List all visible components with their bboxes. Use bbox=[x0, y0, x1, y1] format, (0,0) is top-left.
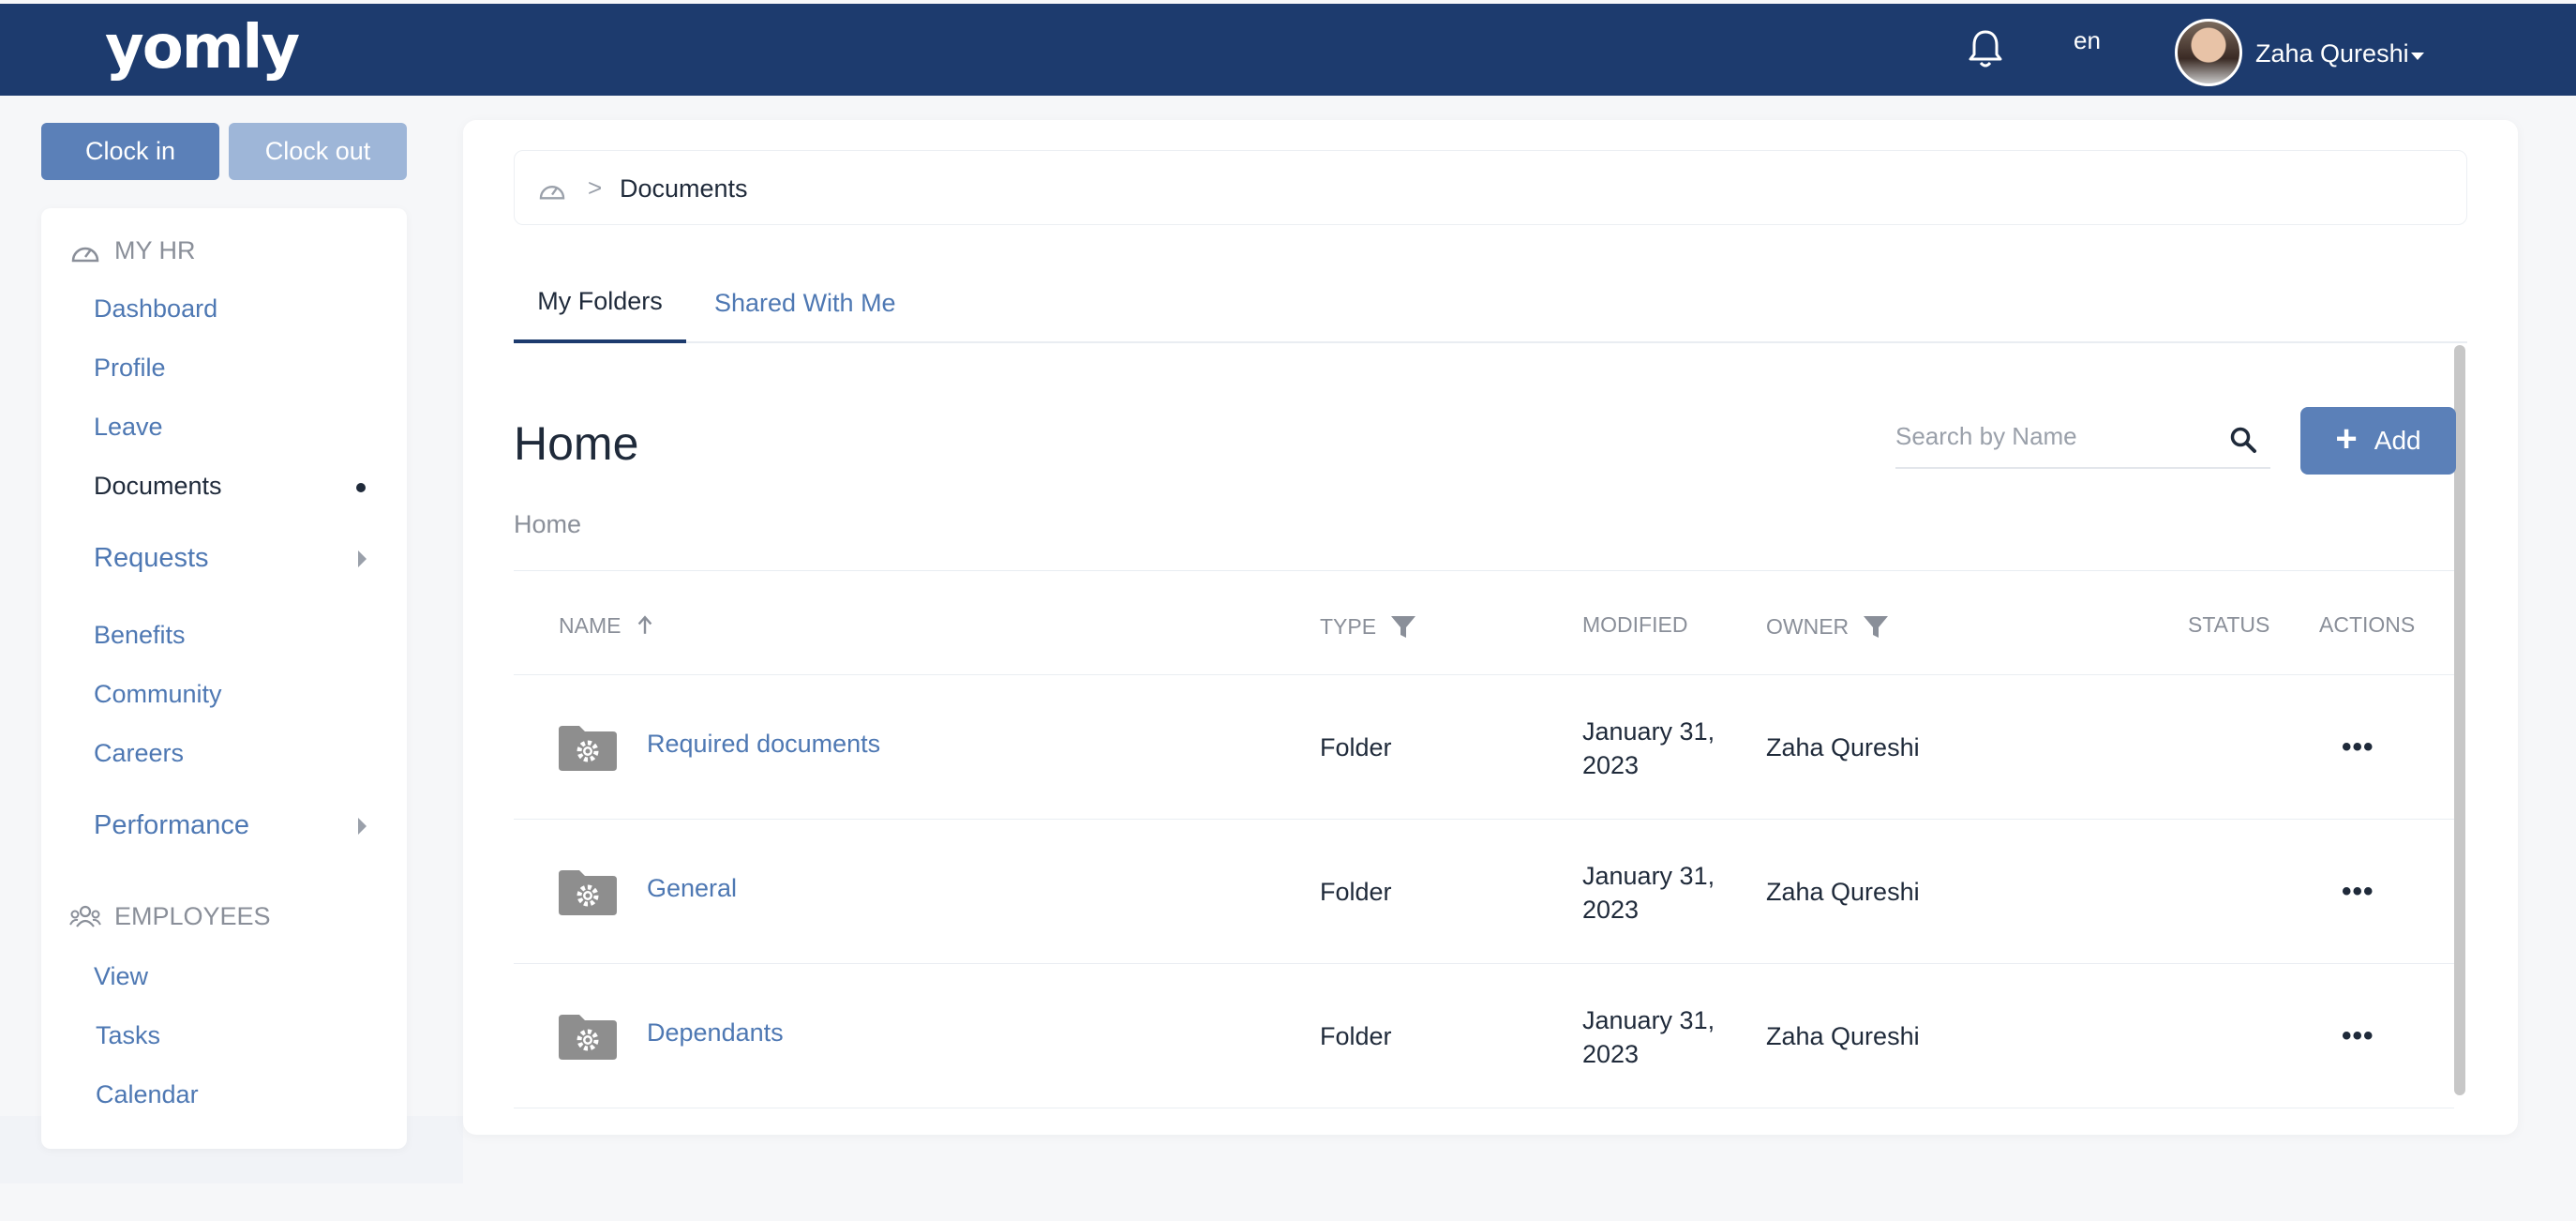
clock-out-button[interactable]: Clock out bbox=[229, 123, 407, 180]
column-name[interactable]: NAME bbox=[559, 612, 656, 639]
language-selector[interactable]: en bbox=[2074, 26, 2101, 55]
sidebar-item-documents[interactable]: Documents bbox=[94, 472, 222, 501]
folder-name-link[interactable]: Dependants bbox=[647, 1018, 784, 1048]
column-type[interactable]: TYPE bbox=[1320, 612, 1417, 641]
folder-tabs: My Folders Shared With Me bbox=[514, 263, 2467, 343]
column-modified[interactable]: MODIFIED bbox=[1582, 612, 1687, 638]
yomly-logo[interactable]: yomly bbox=[105, 13, 300, 83]
column-owner[interactable]: OWNER bbox=[1766, 612, 1890, 641]
gauge-icon[interactable] bbox=[537, 177, 567, 202]
add-button[interactable]: + Add bbox=[2300, 407, 2456, 475]
sort-ascending-icon[interactable] bbox=[634, 612, 656, 639]
sidebar-item-community[interactable]: Community bbox=[94, 680, 222, 709]
cell-type: Folder bbox=[1320, 1022, 1392, 1050]
tab-shared-with-me[interactable]: Shared With Me bbox=[714, 263, 896, 343]
avatar[interactable] bbox=[2175, 19, 2242, 86]
sidebar-item-dashboard[interactable]: Dashboard bbox=[94, 294, 217, 324]
sidebar-item-requests[interactable]: Requests bbox=[94, 543, 209, 574]
breadcrumb: > Documents bbox=[514, 150, 2467, 225]
table-header: NAME TYPE MODIFIED OWNER STATUS ACTIONS bbox=[514, 570, 2454, 675]
sidebar-item-profile[interactable]: Profile bbox=[94, 354, 166, 383]
folder-name-link[interactable]: General bbox=[647, 874, 737, 903]
breadcrumb-current: Documents bbox=[620, 174, 748, 203]
cell-owner: Zaha Qureshi bbox=[1766, 733, 1920, 761]
sidebar-item-view[interactable]: View bbox=[94, 962, 148, 991]
chevron-right-icon[interactable] bbox=[358, 550, 367, 567]
more-actions-icon[interactable]: ••• bbox=[2342, 1020, 2374, 1052]
table-row[interactable]: Dependants Folder January 31, 2023 Zaha … bbox=[514, 964, 2454, 1108]
user-menu-name[interactable]: Zaha Qureshi bbox=[2255, 39, 2409, 68]
add-button-label: Add bbox=[2374, 426, 2421, 455]
column-actions: ACTIONS bbox=[2319, 612, 2416, 637]
folder-path[interactable]: Home bbox=[514, 510, 581, 539]
sidebar-section-employees: EMPLOYEES bbox=[69, 902, 271, 931]
documents-panel: > Documents My Folders Shared With Me Ho… bbox=[463, 120, 2518, 1135]
plus-icon: + bbox=[2335, 418, 2358, 460]
sidebar: MY HR Dashboard Profile Leave Documents … bbox=[41, 208, 407, 1149]
folder-settings-icon bbox=[559, 726, 617, 771]
filter-icon[interactable] bbox=[1389, 612, 1417, 641]
table-row[interactable]: General Folder January 31, 2023 Zaha Qur… bbox=[514, 820, 2454, 964]
active-indicator-dot bbox=[356, 483, 366, 492]
documents-table: NAME TYPE MODIFIED OWNER STATUS ACTIONS … bbox=[514, 570, 2454, 1108]
gauge-icon bbox=[71, 247, 99, 262]
folder-settings-icon bbox=[559, 1015, 617, 1060]
sidebar-item-benefits[interactable]: Benefits bbox=[94, 621, 186, 650]
cell-owner: Zaha Qureshi bbox=[1766, 878, 1920, 906]
cell-type: Folder bbox=[1320, 733, 1392, 761]
cell-owner: Zaha Qureshi bbox=[1766, 1022, 1920, 1050]
users-icon bbox=[69, 905, 101, 927]
folder-name-link[interactable]: Required documents bbox=[647, 730, 880, 759]
cell-modified: January 31, 2023 bbox=[1582, 1006, 1715, 1068]
sidebar-section-my-hr: MY HR bbox=[69, 236, 196, 265]
column-status[interactable]: STATUS bbox=[2188, 612, 2269, 638]
sidebar-item-tasks[interactable]: Tasks bbox=[96, 1021, 160, 1050]
filter-icon[interactable] bbox=[1862, 612, 1890, 641]
sidebar-item-careers[interactable]: Careers bbox=[94, 739, 184, 768]
sidebar-item-performance[interactable]: Performance bbox=[94, 810, 249, 841]
cell-type: Folder bbox=[1320, 878, 1392, 906]
cell-modified: January 31, 2023 bbox=[1582, 862, 1715, 924]
page-title: Home bbox=[514, 417, 639, 470]
search-box bbox=[1895, 407, 2270, 469]
chevron-down-icon[interactable] bbox=[2411, 53, 2424, 60]
top-navbar: yomly en Zaha Qureshi bbox=[0, 4, 2576, 96]
breadcrumb-separator: > bbox=[588, 173, 603, 202]
tab-my-folders[interactable]: My Folders bbox=[514, 263, 686, 343]
chevron-right-icon[interactable] bbox=[358, 818, 367, 835]
clock-in-button[interactable]: Clock in bbox=[41, 123, 219, 180]
bell-icon[interactable] bbox=[1967, 28, 2004, 69]
sidebar-item-calendar[interactable]: Calendar bbox=[96, 1080, 199, 1109]
sidebar-section-label: MY HR bbox=[114, 236, 196, 264]
search-input[interactable] bbox=[1895, 407, 2214, 465]
more-actions-icon[interactable]: ••• bbox=[2342, 876, 2374, 908]
folder-settings-icon bbox=[559, 870, 617, 915]
table-row[interactable]: Required documents Folder January 31, 20… bbox=[514, 675, 2454, 820]
sidebar-section-label: EMPLOYEES bbox=[114, 902, 271, 930]
more-actions-icon[interactable]: ••• bbox=[2342, 731, 2374, 763]
sidebar-item-leave[interactable]: Leave bbox=[94, 413, 163, 442]
cell-modified: January 31, 2023 bbox=[1582, 717, 1715, 779]
search-icon[interactable] bbox=[2229, 426, 2257, 454]
